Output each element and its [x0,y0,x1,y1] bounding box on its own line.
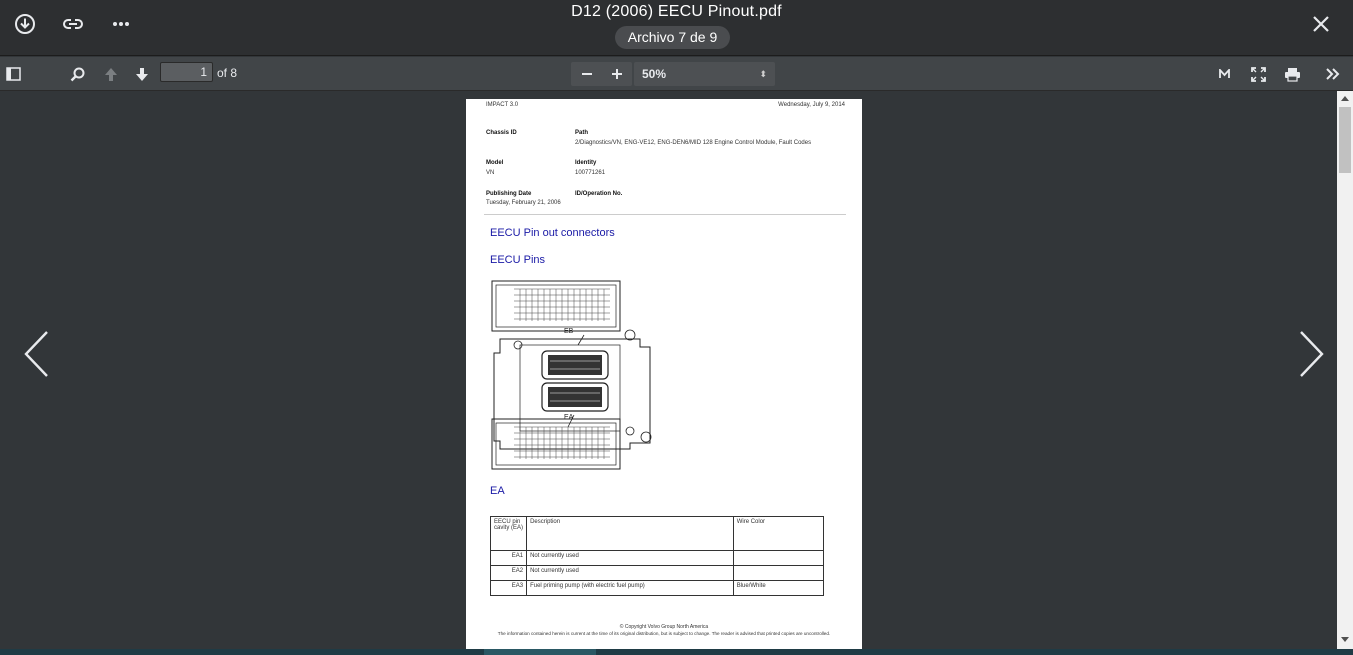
pin-cell: EA1 [489,550,528,566]
publishing-date-label: Publishing Date [486,191,532,197]
doc-header-right: Wednesday, July 9, 2014 [778,102,845,108]
presentation-mode-icon[interactable] [1216,63,1232,85]
pdf-page: IMPACT 3.0 Wednesday, July 9, 2014 Chass… [466,99,862,649]
header-pin-cavity: EECU pin cavity (EA) [489,516,528,551]
zoom-in-icon[interactable] [605,63,629,85]
diagram-label-ea: EA [564,414,574,421]
bottom-strip-segment [484,649,596,655]
zoom-buttons [571,62,632,86]
viewer-header: D12 (2006) EECU Pinout.pdf Archivo 7 de … [0,0,1353,56]
scroll-down-icon[interactable] [1341,637,1349,642]
pin-cell: EA3 [489,580,528,596]
file-counter-badge: Archivo 7 de 9 [615,26,730,49]
model-value: VN [486,170,495,176]
description-cell: Not currently used [526,550,734,566]
diagram-label-eb: EB [564,328,574,335]
publishing-date-value: Tuesday, February 21, 2006 [486,200,561,206]
next-file-icon[interactable] [1296,330,1326,378]
heading-eecu-pins: EECU Pins [490,254,546,266]
connector-diagram: EB EA [490,279,660,471]
chassis-label: Chassis ID [486,130,517,136]
arrow-down-icon[interactable] [133,63,151,85]
table-row: EA3 Fuel priming pump (with electric fue… [489,580,825,596]
header-wire-color: Wire Color [732,516,825,551]
scrollbar-thumb[interactable] [1339,107,1351,173]
description-cell: Not currently used [526,565,734,581]
table-row: EA2 Not currently used [489,565,825,581]
table-row: EA1 Not currently used [489,550,825,566]
heading-pinout-connectors: EECU Pin out connectors [490,227,615,239]
print-icon[interactable] [1282,63,1302,85]
wire-color-cell [732,550,825,566]
path-label: Path [575,130,589,136]
page-count: of 8 [217,66,238,80]
divider [484,214,846,215]
tools-menu-icon[interactable] [1323,63,1343,85]
arrow-up-icon[interactable] [102,63,120,85]
operation-label: ID/Operation No. [575,191,623,197]
model-label: Model [486,160,504,166]
identity-label: Identity [575,160,597,166]
sidebar-toggle-icon[interactable] [5,63,21,85]
select-arrow-icon: ⬍ [759,69,767,79]
fullscreen-icon[interactable] [1249,63,1267,85]
zoom-select[interactable]: 50% ⬍ [634,62,775,86]
pin-cell: EA2 [489,565,528,581]
identity-value: 100771261 [575,170,606,176]
pdf-toolbar: 1 of 8 50% ⬍ [0,57,1353,91]
bottom-strip [0,649,1353,655]
description-cell: Fuel priming pump (with electric fuel pu… [526,580,734,596]
search-icon[interactable] [68,63,86,85]
path-value: 2/Diagnostics/VN, ENG-VE12, ENG-DEN6/MID… [575,140,812,146]
ea-pin-table: EECU pin cavity (EA) Description Wire Co… [489,516,825,596]
vertical-scrollbar[interactable] [1337,91,1353,649]
doc-header-left: IMPACT 3.0 [486,102,519,108]
copyright-footer: © Copyright Volvo Group North America [619,624,709,630]
wire-color-cell: Blue/White [732,580,825,596]
close-icon[interactable] [1309,12,1333,36]
zoom-value: 50% [642,67,667,81]
scroll-up-icon[interactable] [1341,96,1349,101]
wire-color-cell [732,565,825,581]
zoom-out-icon[interactable] [575,63,599,85]
page-number-input[interactable]: 1 [160,62,213,82]
table-header-row: EECU pin cavity (EA) Description Wire Co… [489,516,825,551]
disclaimer-footer: The information contained herein is curr… [497,631,831,636]
header-description: Description [526,516,734,551]
previous-file-icon[interactable] [22,330,52,378]
heading-ea: EA [490,485,505,497]
table-page-break [466,597,862,625]
file-title: D12 (2006) EECU Pinout.pdf [571,3,782,20]
